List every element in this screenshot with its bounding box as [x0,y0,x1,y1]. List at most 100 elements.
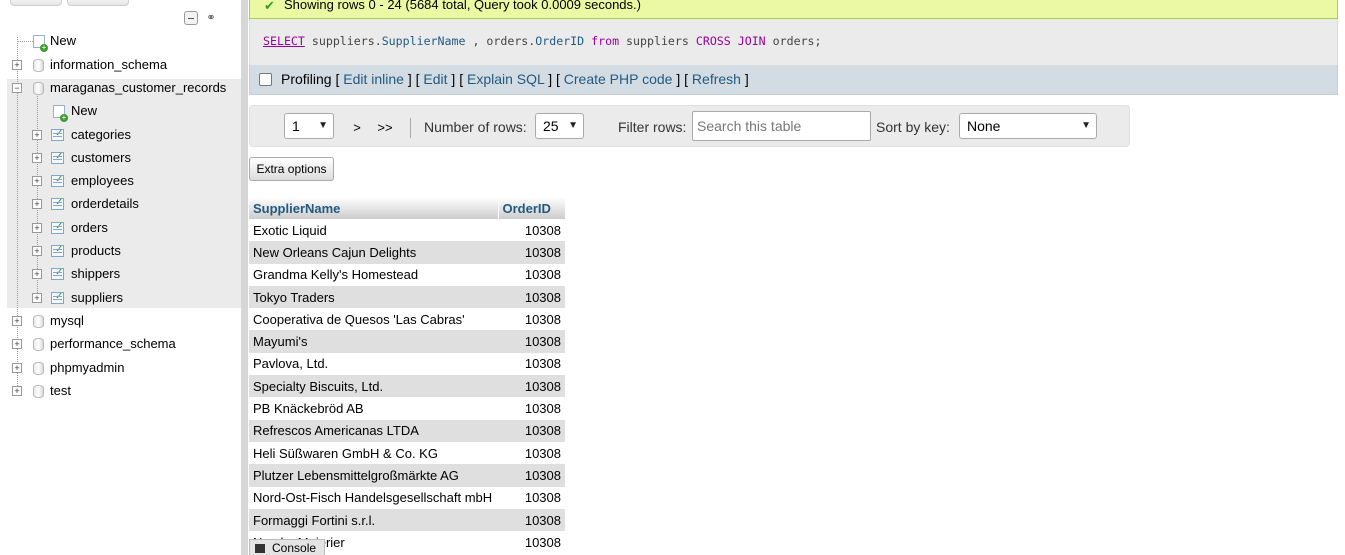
home-button[interactable] [10,0,62,6]
table-row[interactable]: Refrescos Americanas LTDA 10308 [249,419,565,442]
nav-new-table-label: New [71,103,98,118]
table-row[interactable]: Nord-Ost-Fisch Handelsgesellschaft mbH 10… [249,486,565,509]
table-row[interactable]: Mayumi's 10308 [249,330,565,353]
expand-icon[interactable]: + [32,293,42,303]
logout-button[interactable] [67,0,129,6]
rows-label: Number of rows: [424,119,527,135]
table-row[interactable]: Heli Süßwaren GmbH & Co. KG 10308 [249,441,565,465]
filter-rows-input[interactable]: Search this table [692,111,871,141]
sort-by-key-select[interactable]: None ▼ [959,113,1097,139]
nav-db-maraganas-customer-records[interactable]: − maraganas_customer_records [0,77,241,99]
nav-table-customers[interactable]: + ✓ customers [0,147,241,169]
table-icon: ✓ [51,175,64,187]
sort-by-key-value: None [967,118,1001,134]
table-row[interactable]: Pavlova, Ltd. 10308 [249,352,565,376]
expand-icon[interactable]: + [12,363,22,373]
nav-table-label: products [71,243,121,258]
collapse-icon[interactable]: − [12,83,22,93]
nav-table-label: shippers [71,266,121,281]
create-php-code-link[interactable]: Create PHP code [564,71,673,87]
cell-suppliername: Specialty Biscuits, Ltd. [249,375,498,398]
table-row[interactable]: Plutzer Lebensmittelgroßmärkte AG 10308 [249,464,565,487]
cell-suppliername: Exotic Liquid [249,219,498,242]
rows-per-page-select[interactable]: 25 ▼ [535,113,584,139]
column-header-orderid[interactable]: OrderID [498,197,566,219]
last-page-button[interactable]: >> [371,116,399,138]
navigation-panel: ⚭ New + information_schema − maraganas_c… [0,0,241,555]
table-row[interactable]: Tokyo Traders 10308 [249,285,565,309]
expand-icon[interactable]: + [32,199,42,209]
chevron-down-icon: ▼ [1081,120,1091,131]
nav-table-products[interactable]: + ✓ products [0,240,241,262]
chevron-down-icon: ▼ [568,120,578,131]
nav-table-suppliers[interactable]: + ✓ suppliers [0,287,241,309]
table-row[interactable]: PB Knäckebröd AB 10308 [249,397,565,420]
nav-new-table[interactable]: New [0,100,241,122]
nav-table-shippers[interactable]: + ✓ shippers [0,263,241,285]
cell-orderid: 10308 [498,330,565,353]
nav-table-orderdetails[interactable]: + ✓ orderdetails [0,193,241,215]
sql-table: suppliers [311,34,375,48]
expand-icon[interactable]: + [32,176,42,186]
table-row[interactable]: Specialty Biscuits, Ltd. 10308 [249,375,565,398]
expand-icon[interactable]: + [12,60,22,70]
sql-query-box[interactable]: SELECT suppliers.SupplierName , orders.O… [249,19,1338,65]
edit-inline-link[interactable]: Edit inline [343,71,404,87]
expand-icon[interactable]: + [32,223,42,233]
nav-table-label: customers [71,150,131,165]
nav-db-label: test [50,383,71,398]
separator [410,118,411,138]
nav-db-performance-schema[interactable]: + performance_schema [0,333,241,355]
expand-icon[interactable]: + [12,386,22,396]
cell-orderid: 10308 [498,352,565,376]
navigation-resizer[interactable] [241,0,248,555]
nav-table-orders[interactable]: + ✓ orders [0,217,241,239]
sql-table: suppliers [626,34,689,48]
nav-table-label: orders [71,220,108,235]
sql-keyword-select[interactable]: SELECT [263,34,305,48]
expand-icon[interactable]: + [32,246,42,256]
cell-suppliername: Heli Süßwaren GmbH & Co. KG [249,441,498,465]
table-row[interactable]: Cooperativa de Quesos 'Las Cabras' 10308 [249,308,565,331]
cell-orderid: 10308 [498,308,565,331]
nav-db-label: maraganas_customer_records [50,80,227,95]
expand-icon[interactable]: + [32,269,42,279]
new-item-icon [53,105,68,122]
expand-icon[interactable]: + [32,130,42,140]
table-row[interactable]: Exotic Liquid 10308 [249,219,565,242]
cell-suppliername: Tokyo Traders [249,285,498,309]
sql-column: SupplierName [381,34,466,48]
table-row[interactable]: Formaggi Fortini s.r.l. 10308 [249,508,565,532]
column-header-suppliername[interactable]: SupplierName [249,197,499,219]
profiling-checkbox[interactable] [259,73,272,86]
collapse-all-icon[interactable] [184,11,198,25]
nav-db-label: performance_schema [50,336,176,351]
nav-table-employees[interactable]: + ✓ employees [0,170,241,192]
nav-db-information-schema[interactable]: + information_schema [0,54,241,76]
link-icon[interactable]: ⚭ [204,12,218,23]
nav-table-categories[interactable]: + ✓ categories [0,124,241,146]
expand-icon[interactable]: + [12,339,22,349]
table-row[interactable]: New Orleans Cajun Delights 10308 [249,241,565,264]
table-row[interactable]: Grandma Kelly's Homestead 10308 [249,263,565,286]
nav-new-label: New [50,33,77,48]
cell-suppliername: Nord-Ost-Fisch Handelsgesellschaft mbH [249,486,498,509]
nav-db-test[interactable]: + test [0,380,241,402]
results-table: SupplierName OrderID Exotic Liquid 10308 … [249,197,566,554]
expand-icon[interactable]: + [12,316,22,326]
next-page-button[interactable]: > [346,116,368,138]
nav-db-phpmyadmin[interactable]: + phpmyadmin [0,357,241,379]
database-icon [33,315,44,328]
nav-db-mysql[interactable]: + mysql [0,310,241,332]
cell-suppliername: Refrescos Americanas LTDA [249,419,498,442]
explain-sql-link[interactable]: Explain SQL [467,71,544,87]
console-toggle[interactable]: Console [249,539,325,555]
rows-per-page-value: 25 [543,118,559,134]
table-icon: ✓ [51,222,64,234]
edit-link[interactable]: Edit [423,71,447,87]
nav-new-database[interactable]: New [0,30,241,52]
refresh-link[interactable]: Refresh [692,71,741,87]
extra-options-button[interactable]: Extra options [249,157,334,181]
expand-icon[interactable]: + [32,153,42,163]
page-select[interactable]: 1 ▼ [284,113,334,139]
